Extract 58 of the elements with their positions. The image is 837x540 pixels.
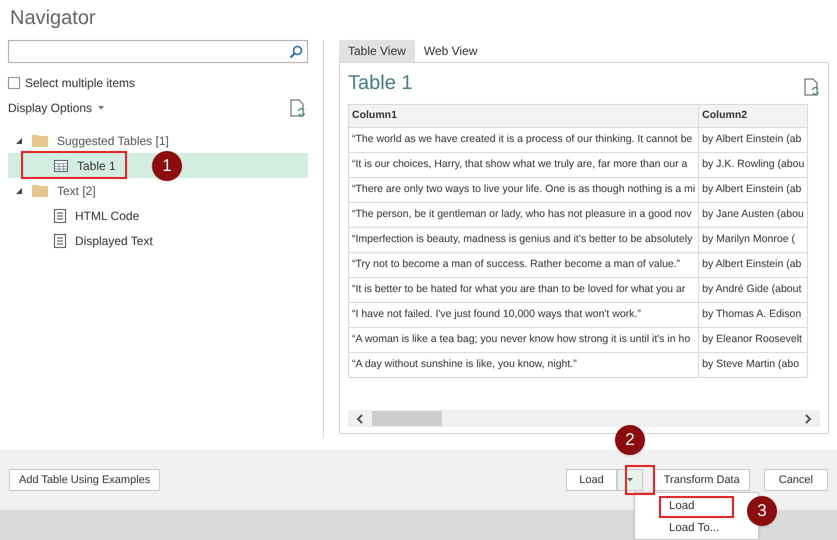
tree-item-label[interactable]: Text [2] — [57, 182, 96, 200]
tab[interactable]: Table View — [339, 40, 415, 62]
tree-item-label[interactable]: Suggested Tables [1] — [57, 132, 169, 150]
load-button[interactable]: Load — [566, 469, 617, 491]
tree-item-label[interactable]: Table 1 — [77, 156, 116, 174]
table-cell: “A day without sunshine is like, you know, night.” — [348, 352, 699, 378]
folder-icon — [32, 134, 48, 147]
display-options-dropdown[interactable]: Display Options — [8, 99, 104, 117]
table-cell: by Thomas A. Edison — [698, 302, 808, 328]
folder-icon — [32, 184, 48, 197]
scroll-right-icon[interactable] — [804, 414, 812, 424]
table-cell: by Albert Einstein (ab — [698, 128, 808, 152]
table-cell: “Imperfection is beauty, madness is genius and it's better to be absolutely — [348, 228, 699, 252]
step-marker: 1 — [152, 151, 182, 181]
table-cell: by Jane Austen (abou — [698, 202, 808, 228]
cancel-button[interactable]: Cancel — [764, 469, 828, 491]
menu-item[interactable]: Load — [659, 496, 734, 518]
preview-title: Table 1 — [348, 71, 412, 96]
table-cell: by Albert Einstein (ab — [698, 178, 808, 202]
table-cell: “It is our choices, Harry, that show what we truly are, far more than our a — [348, 152, 699, 178]
table-cell: by Eleanor Roosevelt — [698, 328, 808, 352]
document-icon — [54, 234, 66, 248]
checkbox[interactable] — [8, 77, 20, 89]
transform-data-button[interactable]: Transform Data — [654, 469, 750, 491]
scrollbar-thumb[interactable] — [372, 411, 442, 426]
add-table-button[interactable]: Add Table Using Examples — [9, 469, 160, 491]
scroll-left-icon[interactable] — [356, 414, 364, 424]
table-cell: “It is better to be hated for what you are than to be loved for what you ar — [348, 278, 699, 302]
table-cell: by Steve Martin (abo — [698, 352, 808, 378]
table-cell: “The world as we have created it is a process of our thinking. It cannot be — [348, 128, 699, 152]
column-header: Column1 — [348, 104, 699, 128]
horizontal-scrollbar[interactable] — [348, 410, 820, 427]
table-cell: by Marilyn Monroe ( — [698, 228, 808, 252]
expanded-arrow-icon[interactable] — [16, 138, 22, 144]
expanded-arrow-icon[interactable] — [16, 188, 22, 194]
window-title: Navigator — [9, 6, 96, 31]
document-icon — [54, 208, 66, 222]
table-cell: “There are only two ways to live your life. One is as though nothing is a mi — [348, 178, 699, 202]
menu-item[interactable]: Load To... — [659, 518, 734, 539]
caret-icon — [98, 106, 104, 110]
search-icon — [289, 44, 303, 58]
highlight-box — [625, 465, 655, 495]
tree-item-label[interactable]: HTML Code — [75, 206, 140, 224]
checkbox-label: Select multiple items — [25, 75, 136, 92]
refresh-document-icon[interactable] — [290, 99, 306, 117]
column-header: Column2 — [698, 104, 808, 128]
caret-icon — [626, 478, 633, 482]
tree-item-label[interactable]: Displayed Text — [75, 232, 153, 250]
table-cell: by J.K. Rowling (abou — [698, 152, 808, 178]
table-cell: “The person, be it gentleman or lady, who has not pleasure in a good nov — [348, 202, 699, 228]
table-cell: “Try not to become a man of success. Rather become a man of value.” — [348, 252, 699, 278]
table-cell: “A woman is like a tea bag; you never know how strong it is until it's in ho — [348, 328, 699, 352]
table-cell: “I have not failed. I've just found 10,000 ways that won't work.” — [348, 302, 699, 328]
search-field[interactable] — [8, 40, 308, 63]
table-icon — [54, 160, 68, 172]
table-cell: by Albert Einstein (ab — [698, 252, 808, 278]
table-cell: by André Gide (about — [698, 278, 808, 302]
refresh-document-icon[interactable] — [804, 78, 820, 96]
